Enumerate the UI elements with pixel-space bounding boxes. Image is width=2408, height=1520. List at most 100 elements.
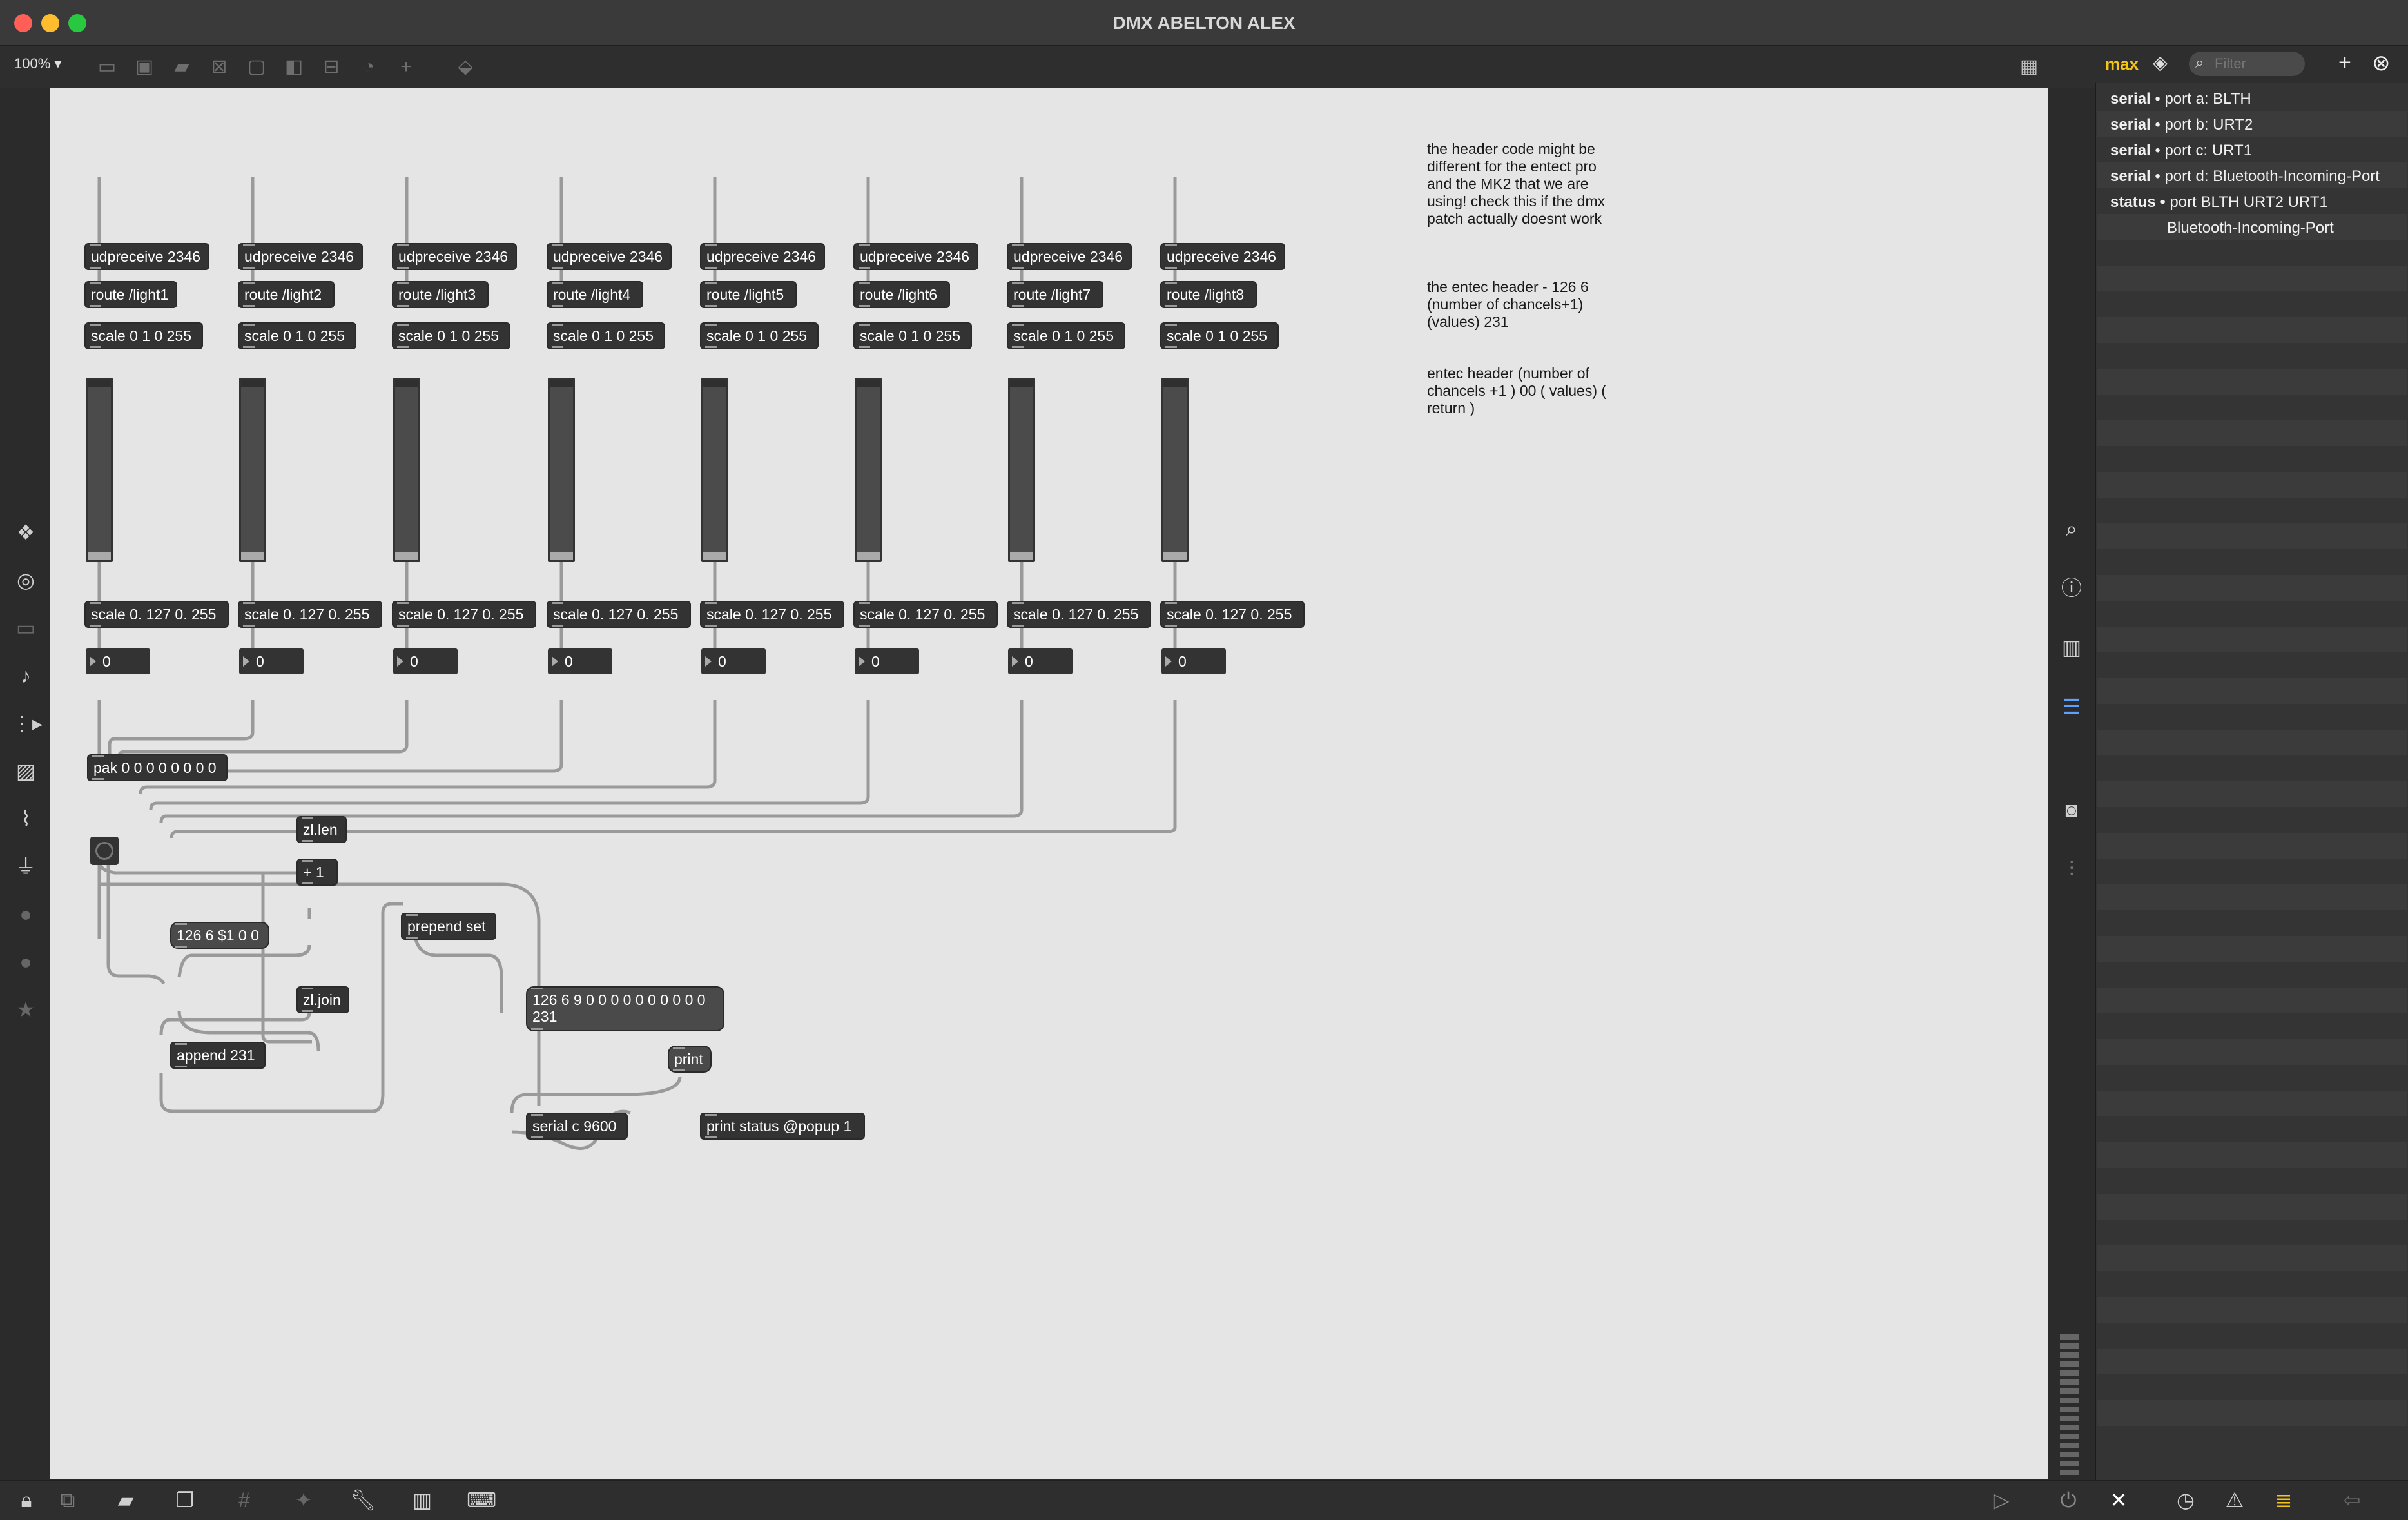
udpreceive-object[interactable]: udpreceive 2346 [239, 244, 362, 269]
channel-slider[interactable] [86, 378, 113, 562]
scale-in-object[interactable]: scale 0 1 0 255 [86, 324, 202, 348]
add-object-icon[interactable]: + [392, 53, 420, 81]
number-box[interactable]: 0 [1161, 648, 1226, 674]
book-icon[interactable]: ▥ [2057, 633, 2086, 661]
console-row[interactable]: serial • port b: URT2 [2097, 111, 2407, 137]
number-box[interactable]: 0 [548, 648, 612, 674]
button-icon[interactable]: ⊠ [205, 53, 233, 81]
console-row[interactable]: status • port BLTH URT2 URT1 [2097, 188, 2407, 214]
channel-slider[interactable] [855, 378, 882, 562]
stack-icon[interactable]: ≣ [2269, 1485, 2298, 1515]
list-icon[interactable]: ☰ [2057, 692, 2086, 721]
back-arrow-icon[interactable]: ⇦ [2337, 1485, 2367, 1515]
channel-slider[interactable] [1161, 378, 1189, 562]
add-icon[interactable]: + [2338, 50, 2351, 75]
route-object[interactable]: route /light3 [393, 282, 487, 307]
route-object[interactable]: route /light2 [239, 282, 333, 307]
scale-in-object[interactable]: scale 0 1 0 255 [1008, 324, 1124, 348]
route-object[interactable]: route /light1 [86, 282, 176, 307]
magic-icon[interactable]: ✦ [289, 1485, 318, 1515]
channel-slider[interactable] [548, 378, 575, 562]
target-icon[interactable]: ◎ [12, 566, 40, 594]
route-object[interactable]: route /light5 [701, 282, 795, 307]
close-icon[interactable]: ✕ [2104, 1485, 2133, 1515]
channel-slider[interactable] [701, 378, 728, 562]
zl-len-object[interactable]: zl.len [298, 817, 345, 842]
bang-button[interactable] [90, 837, 119, 865]
scale-in-object[interactable]: scale 0 1 0 255 [701, 324, 817, 348]
route-object[interactable]: route /light8 [1161, 282, 1256, 307]
print-status-object[interactable]: print status @popup 1 [701, 1114, 864, 1138]
serial-object[interactable]: serial c 9600 [527, 1114, 626, 1138]
grid-snap-icon[interactable]: # [229, 1485, 259, 1515]
route-object[interactable]: route /light4 [548, 282, 642, 307]
power-icon[interactable]: ⏻ [2054, 1485, 2083, 1515]
zl-join-object[interactable]: zl.join [298, 988, 348, 1012]
diamond-icon[interactable]: ◈ [2153, 52, 2168, 74]
paint-icon[interactable]: ⬙ [451, 53, 480, 81]
scale-out-object[interactable]: scale 0. 127 0. 255 [855, 602, 996, 627]
lock-icon[interactable]: 🔒︎ [12, 1485, 41, 1515]
scale-in-object[interactable]: scale 0 1 0 255 [239, 324, 355, 348]
comment-entec-header[interactable]: the entec header - 126 6 (number of chan… [1427, 278, 1620, 331]
scale-in-object[interactable]: scale 0 1 0 255 [855, 324, 971, 348]
console-row[interactable]: serial • port c: URT1 [2097, 137, 2407, 162]
h-badge-icon[interactable]: ● [12, 948, 40, 976]
play-icon[interactable]: ▷ [1986, 1485, 2016, 1515]
scale-out-object[interactable]: scale 0. 127 0. 255 [701, 602, 843, 627]
number-box[interactable]: 0 [239, 648, 304, 674]
filter-input[interactable] [2213, 54, 2297, 73]
dial-icon[interactable]: ◔ [354, 53, 383, 81]
number-icon[interactable]: ◧ [280, 53, 308, 81]
scale-in-object[interactable]: scale 0 1 0 255 [393, 324, 509, 348]
comment-entec-format[interactable]: entec header (number of chancels +1 ) 00… [1427, 365, 1620, 417]
wrench-icon[interactable]: 🔧︎ [348, 1485, 378, 1515]
v-badge-icon[interactable]: ● [12, 900, 40, 928]
console-row[interactable]: Bluetooth-Incoming-Port [2097, 214, 2407, 240]
scale-in-object[interactable]: scale 0 1 0 255 [548, 324, 664, 348]
zoom-selector[interactable]: 100% ▾ [14, 55, 61, 72]
object-icon[interactable]: ▣ [130, 53, 159, 81]
console-row[interactable]: serial • port d: Bluetooth-Incoming-Port [2097, 162, 2407, 188]
entec-header-message[interactable]: 126 6 $1 0 0 [171, 923, 268, 948]
scale-out-object[interactable]: scale 0. 127 0. 255 [1161, 602, 1303, 627]
sequencer-icon[interactable]: ⋮▸ [12, 709, 43, 737]
presentation-mode-icon[interactable]: ⧉ [53, 1485, 83, 1515]
number-box[interactable]: 0 [86, 648, 150, 674]
packages-icon[interactable]: ❖ [12, 518, 40, 547]
scale-out-object[interactable]: scale 0. 127 0. 255 [239, 602, 381, 627]
image-icon[interactable]: ▨ [12, 757, 40, 785]
route-object[interactable]: route /light6 [855, 282, 949, 307]
presentation-icon[interactable]: ▭ [93, 53, 121, 81]
slider-icon[interactable]: ⊟ [317, 53, 345, 81]
grid-icon[interactable]: ▦ [2015, 53, 2043, 81]
append-231-object[interactable]: append 231 [171, 1043, 264, 1067]
pak-object[interactable]: pak 0 0 0 0 0 0 0 0 [88, 755, 226, 780]
number-box[interactable]: 0 [701, 648, 766, 674]
number-box[interactable]: 0 [1008, 648, 1073, 674]
comment-bubble-icon[interactable]: ▰ [111, 1485, 141, 1515]
keyboard-icon[interactable]: ▭ [12, 614, 40, 642]
route-object[interactable]: route /light7 [1008, 282, 1102, 307]
plug-icon[interactable]: ⏚ [12, 852, 40, 881]
plus-one-object[interactable]: + 1 [298, 860, 336, 884]
prepend-set-object[interactable]: prepend set [402, 914, 495, 939]
udpreceive-object[interactable]: udpreceive 2346 [393, 244, 516, 269]
toggle-icon[interactable]: ▢ [242, 53, 271, 81]
paperclip-icon[interactable]: ⌇ [12, 804, 40, 833]
layers-icon[interactable]: ❐ [170, 1485, 200, 1515]
columns-icon[interactable]: ▥ [407, 1485, 437, 1515]
udpreceive-object[interactable]: udpreceive 2346 [1161, 244, 1284, 269]
scale-in-object[interactable]: scale 0 1 0 255 [1161, 324, 1277, 348]
warning-icon[interactable]: ⚠︎ [2220, 1485, 2249, 1515]
star-icon[interactable]: ★ [12, 995, 40, 1024]
scale-out-object[interactable]: scale 0. 127 0. 255 [86, 602, 228, 627]
udpreceive-object[interactable]: udpreceive 2346 [548, 244, 670, 269]
mixer-icon[interactable]: ⫶ [2057, 855, 2086, 883]
snapshot-icon[interactable]: ◙ [2057, 795, 2086, 824]
keypad-icon[interactable]: ⌨︎ [467, 1485, 496, 1515]
clock-icon[interactable]: ◷ [2171, 1485, 2200, 1515]
scale-out-object[interactable]: scale 0. 127 0. 255 [548, 602, 690, 627]
dmx-output-message[interactable]: 126 6 9 0 0 0 0 0 0 0 0 0 0 231 [527, 988, 723, 1030]
udpreceive-object[interactable]: udpreceive 2346 [855, 244, 977, 269]
